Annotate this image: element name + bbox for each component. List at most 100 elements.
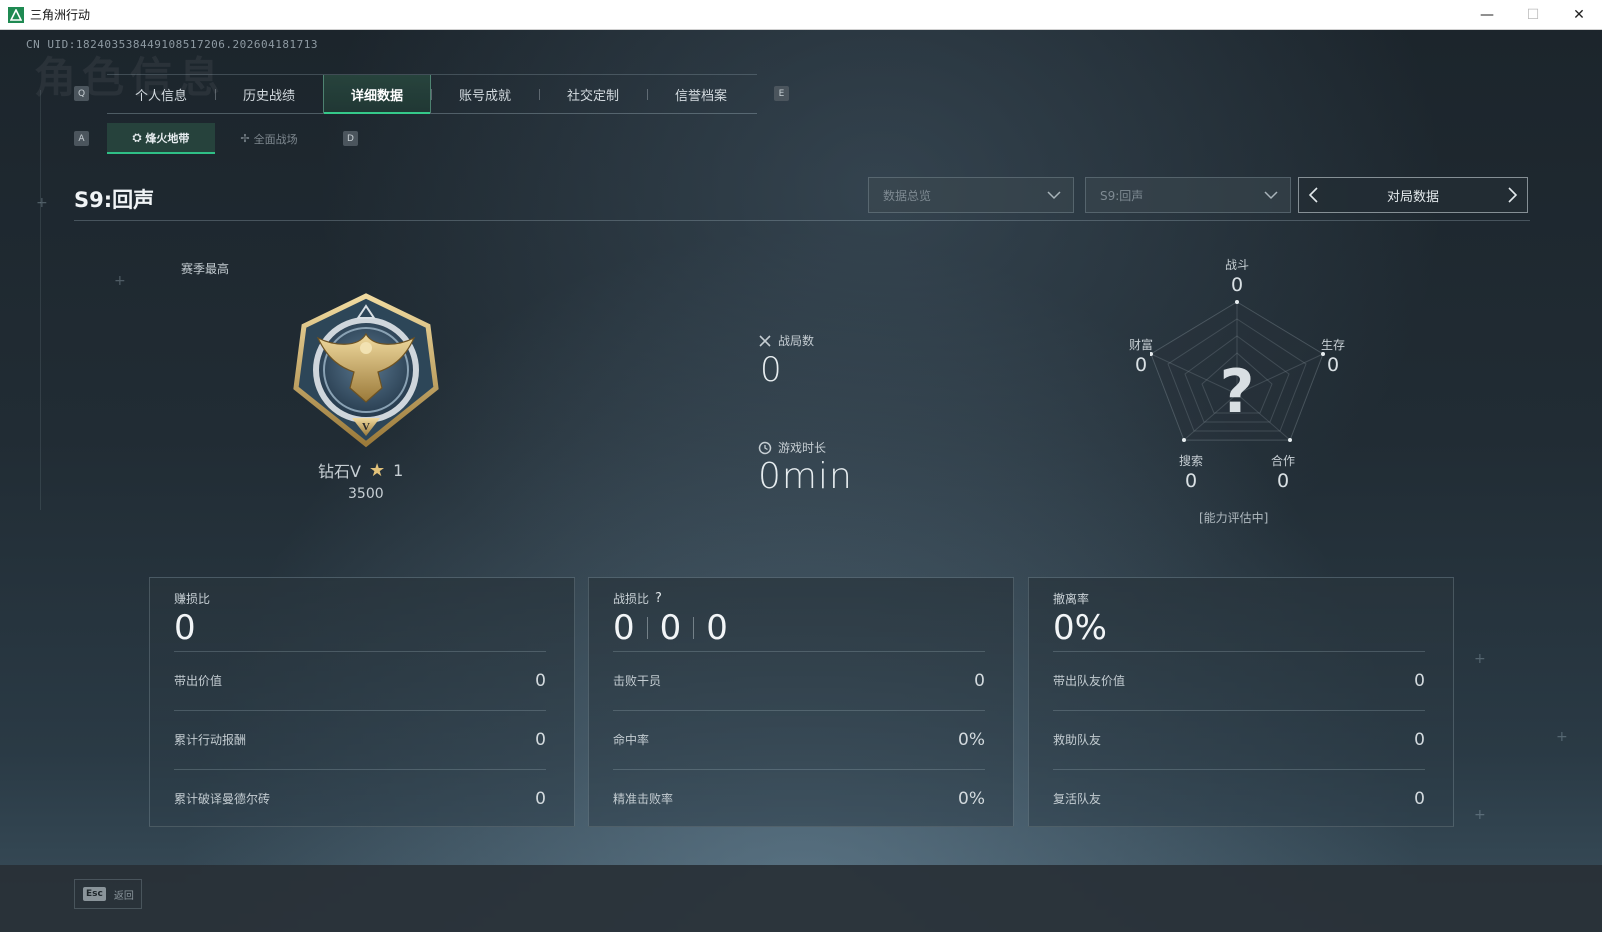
match-data-pager: 对局数据: [1298, 177, 1528, 213]
mode-subtabs: ⛭ 烽火地带 ✢ 全面战场: [107, 123, 323, 154]
stat-row: 击败干员 0: [613, 651, 985, 709]
tab-match-history[interactable]: 历史战绩: [215, 75, 323, 113]
tab-personal-info[interactable]: 个人信息: [107, 75, 215, 113]
dropdown-value: 数据总览: [883, 188, 932, 203]
stat-label: 累计行动报酬: [174, 733, 247, 747]
player-uid: CN UID:18240353844910851720​6.2026041817…: [26, 38, 319, 51]
pager-label: 对局数据: [1386, 189, 1439, 205]
profit-card: 赚损比 0 带出价值 0 累计行动报酬 0 累计破译曼德尔砖 0: [149, 577, 575, 827]
card-big-value: 0: [174, 608, 196, 648]
stat-value: 0: [1414, 670, 1425, 691]
header-divider: [74, 220, 1530, 221]
clock-icon: [758, 441, 772, 454]
tab-credit-record[interactable]: 信誉档案: [647, 75, 755, 113]
stat-row: 带出价值 0: [174, 651, 546, 709]
stat-value: 0: [974, 670, 985, 691]
data-overview-dropdown[interactable]: 数据总览: [868, 177, 1074, 213]
minimize-button[interactable]: —: [1464, 0, 1510, 30]
rank-stars: 1: [393, 460, 404, 480]
card-title-row: 战损比 ?: [613, 590, 662, 607]
stat-label: 精准击败率: [613, 792, 674, 806]
tab-achievements[interactable]: 账号成就: [431, 75, 539, 113]
rank-score: 3500: [348, 486, 384, 502]
divider: [646, 617, 648, 639]
radar-vertex: [1235, 300, 1239, 304]
diamond-rank-badge-icon: V: [293, 293, 439, 448]
stat-row: 带出队友价值 0: [1053, 651, 1425, 709]
tab-detailed-data[interactable]: 详细数据: [323, 75, 431, 114]
chevron-right-icon[interactable]: [1505, 186, 1519, 204]
main-tabs: 个人信息 历史战绩 详细数据 账号成就 社交定制 信誉档案: [107, 74, 757, 114]
plus-decor-icon: +: [1474, 807, 1486, 823]
season-title: S9:回声: [74, 188, 155, 212]
season-best-label: 赛季最高: [181, 262, 230, 276]
battlefield-icon: ✢: [240, 132, 250, 145]
card-title: 战损比: [613, 592, 650, 606]
key-hint-e: E: [774, 86, 789, 101]
playtime-label: 游戏时长: [758, 439, 826, 456]
matches-value: 0: [760, 350, 782, 390]
esc-key-hint: Esc: [83, 887, 106, 901]
kd-value-1: 0: [613, 608, 635, 648]
subtab-label: 烽火地带: [145, 131, 190, 145]
kd-card: 战损比 ? 0 0 0 击败干员 0 命中率 0% 精准击败率 0%: [588, 577, 1014, 827]
subtab-extraction[interactable]: ⛭ 烽火地带: [107, 123, 215, 154]
playtime-label-text: 游戏时长: [778, 441, 827, 455]
chevron-down-icon: [1264, 191, 1278, 200]
stat-row: 救助队友 0: [1053, 710, 1425, 768]
stat-row: 精准击败率 0%: [613, 769, 985, 827]
unknown-mark: ?: [1220, 357, 1255, 427]
playtime-value: 0min: [758, 456, 853, 497]
radar-vertex: [1182, 438, 1186, 442]
stat-row: 累计行动报酬 0: [174, 710, 546, 768]
stat-label: 带出队友价值: [1053, 674, 1126, 688]
decor-line: [40, 90, 41, 510]
stat-row: 复活队友 0: [1053, 769, 1425, 827]
card-title: 赚损比: [174, 592, 211, 606]
matches-label: 战局数: [758, 332, 814, 349]
subtab-battlefield[interactable]: ✢ 全面战场: [215, 123, 323, 154]
chevron-left-icon[interactable]: [1307, 186, 1321, 204]
ability-radar-chart: ?: [1150, 300, 1325, 442]
window-title: 三角洲行动: [30, 8, 91, 22]
subtab-label: 全面战场: [253, 132, 298, 146]
help-icon[interactable]: ?: [655, 591, 662, 606]
close-button[interactable]: ✕: [1556, 0, 1602, 30]
dropdown-value: S9:回声: [1100, 188, 1144, 203]
star-icon: ★: [368, 459, 386, 481]
radar-value-combat: 0: [1230, 274, 1244, 296]
season-dropdown[interactable]: S9:回声: [1085, 177, 1291, 213]
kd-value-3: 0: [706, 608, 728, 648]
kd-value-2: 0: [659, 608, 682, 648]
stat-value: 0: [1414, 788, 1425, 809]
key-hint-q: Q: [74, 86, 89, 101]
plus-decor-icon: +: [114, 273, 126, 289]
tab-social[interactable]: 社交定制: [539, 75, 647, 113]
plus-decor-icon: +: [1556, 729, 1568, 745]
stat-value: 0: [535, 670, 546, 691]
back-button[interactable]: Esc 返回: [74, 879, 142, 909]
radar-label-combat: 战斗: [1224, 258, 1249, 272]
stat-value: 0: [535, 788, 546, 809]
extraction-icon: ⛭: [132, 130, 142, 144]
divider: [693, 617, 695, 639]
maximize-button[interactable]: ☐: [1510, 0, 1556, 30]
stat-label: 累计破译曼德尔砖: [174, 792, 271, 806]
matches-label-text: 战局数: [778, 334, 815, 348]
stat-value: 0%: [958, 788, 985, 809]
radar-status: [能力评估中]: [1199, 511, 1269, 525]
stat-row: 命中率 0%: [613, 710, 985, 768]
svg-text:V: V: [362, 421, 370, 433]
stat-row: 累计破译曼德尔砖 0: [174, 769, 546, 827]
extraction-card: 撤离率 0% 带出队友价值 0 救助队友 0 复活队友 0: [1028, 577, 1454, 827]
app-logo-icon: [8, 6, 24, 23]
key-hint-a: A: [74, 131, 89, 146]
stat-value: 0: [535, 729, 546, 750]
chevron-down-icon: [1047, 191, 1061, 200]
rank-tier: 钻石V: [318, 462, 361, 481]
game-viewport: 角色信息 CN UID:18240353844910851720​6.20260…: [0, 30, 1602, 932]
card-title: 撤离率: [1053, 592, 1090, 606]
key-hint-d: D: [343, 131, 358, 146]
rank-info: 钻石V ★ 1: [318, 458, 403, 482]
stat-label: 复活队友: [1053, 792, 1102, 806]
